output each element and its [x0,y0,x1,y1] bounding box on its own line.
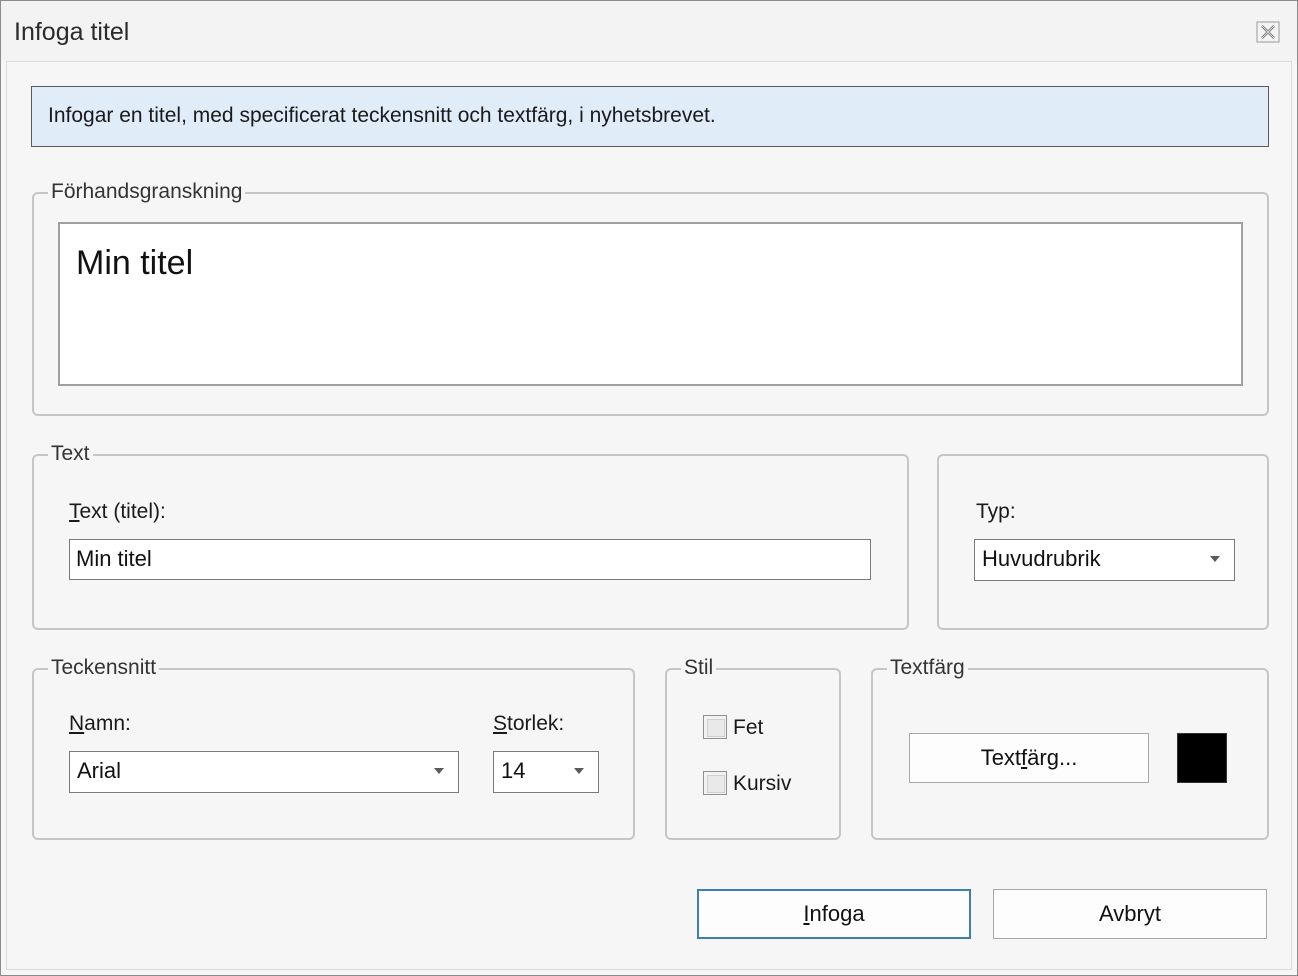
font-group-legend: Teckensnitt [48,656,160,680]
close-button[interactable] [1251,17,1285,47]
style-group: Stil [665,656,841,840]
preview-title-text: Min titel [76,244,194,282]
preview-area: Min titel [58,222,1243,386]
font-size-label: Storlek: [493,712,564,736]
close-icon [1256,21,1280,43]
font-name-dropdown[interactable]: Arial [69,751,459,793]
text-color-button-post: ärg... [1027,745,1078,770]
window-title: Infoga titel [14,18,130,46]
text-group-legend: Text [48,442,93,466]
bold-checkbox[interactable] [703,715,727,739]
color-swatch [1177,733,1227,783]
font-size-label-mnemonic: S [493,712,508,735]
insert-button-rest: nfoga [809,901,865,926]
chevron-down-icon [1210,556,1220,562]
chevron-down-icon [574,768,584,774]
title-text-label: Text (titel): [69,500,166,524]
text-color-button[interactable]: Textfärg... [909,733,1149,783]
text-color-button-pre: Text [980,745,1022,770]
info-banner: Infogar en titel, med specificerat tecke… [31,86,1269,147]
type-label: Typ: [976,500,1016,523]
font-name-label: Namn: [69,712,131,736]
dialog-window: Infoga titel Infogar en titel, med speci… [0,0,1298,976]
italic-checkbox[interactable] [703,771,727,795]
font-name-label-mnemonic: N [69,712,85,735]
chevron-down-icon [434,768,444,774]
italic-label[interactable]: Kursiv [733,772,791,796]
type-dropdown[interactable]: Huvudrubrik [974,539,1235,581]
font-size-label-rest: torlek: [507,712,565,735]
title-text-input[interactable]: Min titel [69,539,871,580]
font-size-value: 14 [501,758,526,783]
style-group-legend: Stil [681,656,717,680]
info-text: Infogar en titel, med specificerat tecke… [48,104,716,127]
cancel-button[interactable]: Avbryt [993,889,1267,939]
font-name-value: Arial [77,758,122,783]
title-bar[interactable]: Infoga titel [1,1,1297,61]
type-dropdown-value: Huvudrubrik [982,546,1101,571]
color-group-legend: Textfärg [887,656,968,680]
preview-legend: Förhandsgranskning [48,180,246,204]
bold-label[interactable]: Fet [733,716,763,740]
font-name-label-rest: amn: [84,712,131,735]
title-text-label-mnemonic: T [69,500,80,523]
insert-button[interactable]: Infoga [697,889,971,939]
font-size-dropdown[interactable]: 14 [493,751,599,793]
title-text-label-rest: ext (titel): [79,500,166,523]
